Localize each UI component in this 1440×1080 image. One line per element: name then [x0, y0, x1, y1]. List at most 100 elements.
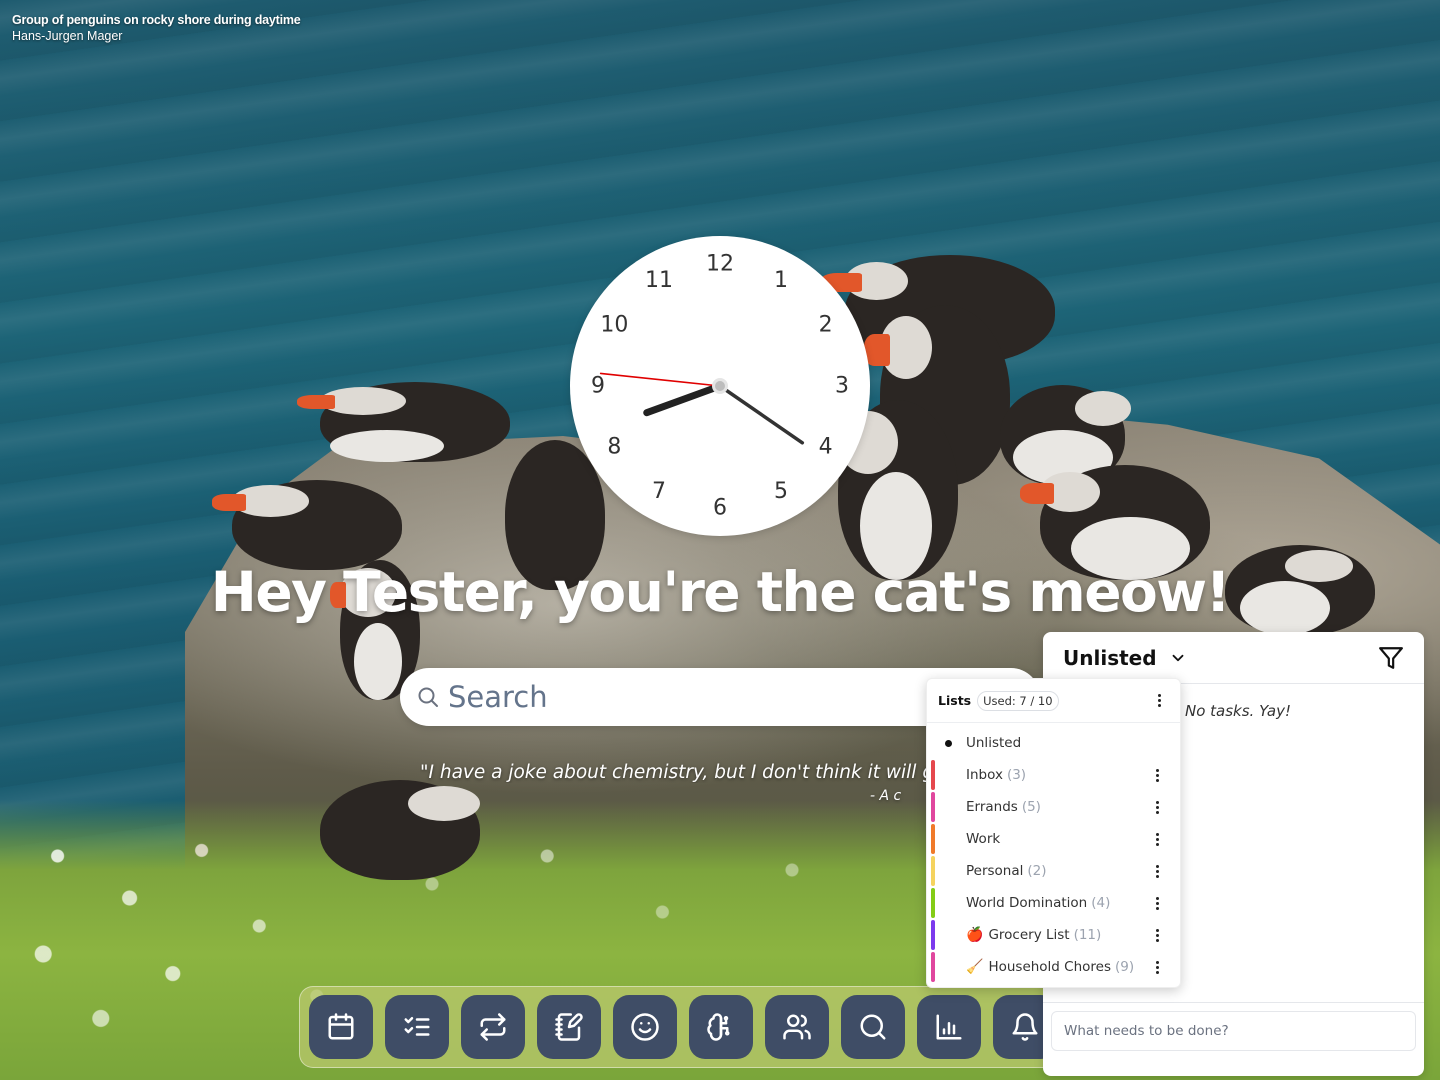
selected-dot-icon [945, 740, 952, 747]
more-vertical-icon[interactable] [1150, 958, 1164, 976]
list-item-label: Grocery List [988, 927, 1070, 943]
more-vertical-icon[interactable] [1150, 766, 1164, 784]
clock-numeral-7: 7 [652, 479, 666, 504]
photo-author: Hans-Jurgen Mager [12, 29, 123, 43]
lists-usage-badge: Used: 7 / 10 [977, 690, 1059, 711]
bell-icon [1012, 1013, 1038, 1041]
tasks-header: Unlisted [1043, 632, 1424, 684]
bar-chart-icon [936, 1014, 962, 1040]
list-item-label: Personal [966, 863, 1024, 879]
list-color-bar [931, 952, 935, 982]
dock-notes-button[interactable] [537, 995, 601, 1059]
photo-title: Group of penguins on rocky shore during … [12, 13, 301, 27]
list-item-count: (3) [1006, 767, 1027, 783]
analog-clock: 12 1 2 3 4 5 6 7 8 9 10 11 [570, 236, 870, 536]
list-item-household-chores[interactable]: 🧹 Household Chores (9) [927, 951, 1180, 983]
more-vertical-icon[interactable] [1150, 894, 1164, 912]
list-item-grocery-list[interactable]: 🍎 Grocery List (11) [927, 919, 1180, 951]
more-vertical-icon[interactable] [1150, 862, 1164, 880]
list-item-count: (2) [1027, 863, 1047, 879]
more-vertical-icon[interactable] [1152, 692, 1166, 710]
list-item-label: Unlisted [966, 735, 1022, 751]
list-emoji-icon: 🧹 [966, 959, 984, 975]
list-color-bar [931, 760, 935, 790]
list-color-bar [931, 824, 935, 854]
list-item-label: Work [966, 831, 1001, 847]
list-item-unlisted[interactable]: Unlisted [927, 727, 1180, 759]
puffin-decoration [297, 382, 510, 462]
clock-numeral-11: 11 [645, 268, 673, 293]
list-item-count: (9) [1115, 959, 1135, 975]
clock-numeral-10: 10 [600, 313, 628, 338]
puffin-decoration [320, 780, 480, 880]
search-icon [418, 687, 438, 707]
clock-face: 121234567891011 [591, 252, 849, 521]
list-item-label: Inbox [966, 767, 1003, 783]
quote-text: "I have a joke about chemistry, but I do… [420, 762, 930, 783]
list-color-bar [931, 792, 935, 822]
notebook-pen-icon [555, 1013, 583, 1041]
quote-author: - A c [870, 788, 902, 804]
clock-numeral-4: 4 [819, 435, 833, 460]
calendar-icon [328, 1013, 354, 1040]
list-checks-icon [404, 1017, 430, 1036]
tasks-footer [1043, 1002, 1424, 1076]
list-emoji-icon: 🍎 [966, 927, 984, 943]
list-item-inbox[interactable]: Inbox (3) [927, 759, 1180, 791]
clock-numeral-2: 2 [819, 313, 833, 338]
clock-numeral-12: 12 [706, 252, 734, 277]
list-color-bar [931, 888, 935, 918]
list-item-count: (11) [1073, 927, 1102, 943]
dock-ai-button[interactable] [689, 995, 753, 1059]
clock-numeral-3: 3 [835, 374, 849, 399]
puffin-decoration [211, 480, 402, 570]
more-vertical-icon[interactable] [1150, 798, 1164, 816]
clock-minute-hand [718, 384, 805, 445]
list-item-world-domination[interactable]: World Domination (4) [927, 887, 1180, 919]
more-vertical-icon[interactable] [1150, 926, 1164, 944]
dock-stats-button[interactable] [917, 995, 981, 1059]
list-item-work[interactable]: Work [927, 823, 1180, 855]
app-dock [299, 986, 1099, 1068]
photo-credit: Group of penguins on rocky shore during … [12, 13, 301, 43]
list-item-label: Errands [966, 799, 1018, 815]
search-input[interactable] [448, 680, 928, 714]
filter-icon[interactable] [1378, 645, 1404, 671]
brain-circuit-icon [707, 1013, 730, 1041]
tasks-list-title[interactable]: Unlisted [1063, 646, 1157, 670]
list-color-bar [931, 920, 935, 950]
clock-center-pin [715, 381, 725, 391]
clock-numeral-5: 5 [774, 479, 788, 504]
clock-hour-hand [643, 382, 724, 417]
dock-search-button[interactable] [841, 995, 905, 1059]
chevron-down-icon[interactable] [1169, 649, 1187, 667]
clock-second-hand [599, 372, 721, 387]
empty-tasks-message: No tasks. Yay! [1185, 702, 1291, 720]
list-item-count: (5) [1021, 799, 1041, 815]
clock-numeral-6: 6 [713, 496, 727, 521]
list-item-errands[interactable]: Errands (5) [927, 791, 1180, 823]
list-color-bar [931, 856, 935, 886]
smile-icon [631, 1013, 659, 1041]
clock-numeral-9: 9 [591, 374, 605, 399]
dock-tasks-button[interactable] [385, 995, 449, 1059]
list-item-label: Household Chores [988, 959, 1112, 975]
more-vertical-icon[interactable] [1150, 830, 1164, 848]
search-icon [860, 1014, 886, 1040]
lists-menu-header: Lists Used: 7 / 10 [927, 679, 1180, 723]
dock-mood-button[interactable] [613, 995, 677, 1059]
dock-calendar-button[interactable] [309, 995, 373, 1059]
new-task-input[interactable] [1051, 1011, 1416, 1051]
lists-menu-title: Lists [938, 693, 972, 708]
list-item-label: World Domination [966, 895, 1088, 911]
clock-numeral-8: 8 [607, 435, 621, 460]
dock-habits-button[interactable] [461, 995, 525, 1059]
users-icon [783, 1014, 811, 1040]
list-item-personal[interactable]: Personal (2) [927, 855, 1180, 887]
lists-menu: Lists Used: 7 / 10 Unlisted Inbox (3) Erran… [926, 678, 1181, 988]
clock-numeral-1: 1 [774, 268, 788, 293]
list-item-count: (4) [1091, 895, 1111, 911]
repeat-icon [480, 1013, 506, 1041]
dock-contacts-button[interactable] [765, 995, 829, 1059]
greeting-heading: Hey Tester, you're the cat's meow! [210, 560, 1231, 624]
